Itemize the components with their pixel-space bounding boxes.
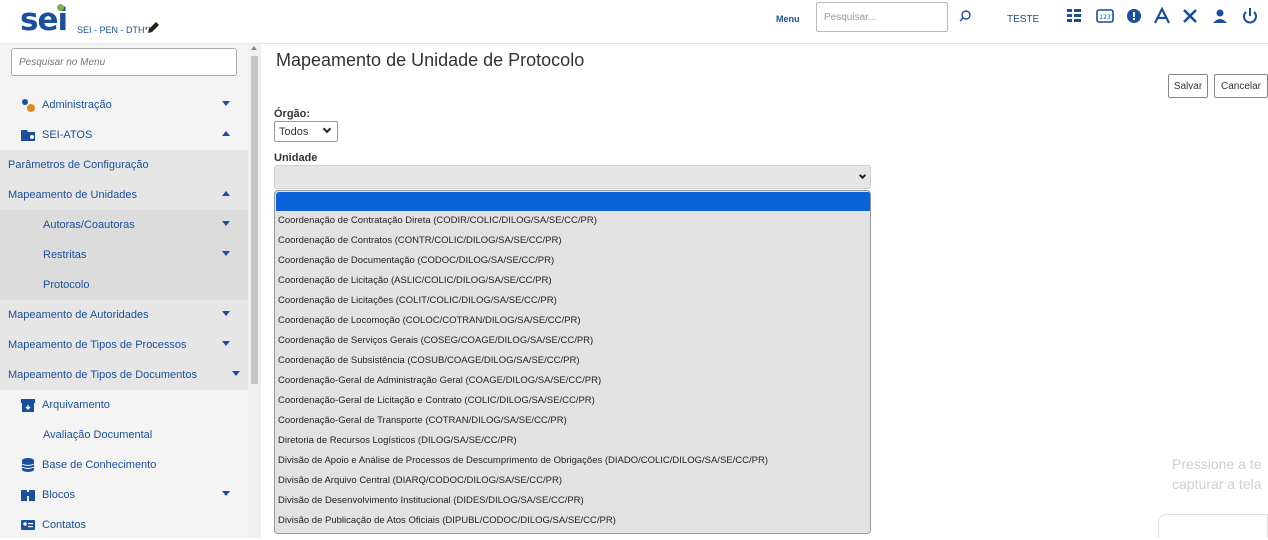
dropdown-option-selected-empty[interactable] <box>276 192 870 211</box>
sidebar-item-mapeamento-tipos-processos[interactable]: Mapeamento de Tipos de Processos <box>0 330 248 360</box>
chevron-down-icon <box>322 124 332 134</box>
orgao-label: Órgão: <box>274 108 311 120</box>
user-icon[interactable] <box>1210 6 1230 26</box>
gear-badge-icon[interactable] <box>1124 6 1144 26</box>
archive-icon <box>21 399 35 412</box>
chevron-up-icon <box>222 131 230 136</box>
dropdown-option[interactable]: Coordenação-Geral de Transporte (COTRAN/… <box>278 415 567 426</box>
sidebar-item-label: Administração <box>42 99 112 111</box>
top-bar: sei SEI - PEN - DTH** Menu TESTE 123 <box>0 0 1268 44</box>
dropdown-option[interactable]: Coordenação de Subsistência (COSUB/COAGE… <box>278 355 579 366</box>
chevron-up-icon <box>222 191 230 196</box>
svg-text:123: 123 <box>1099 14 1111 21</box>
page-title: Mapeamento de Unidade de Protocolo <box>276 50 585 70</box>
cancel-button[interactable]: Cancelar <box>1214 74 1268 98</box>
toast-panel <box>1158 514 1268 538</box>
sidebar-item-label: Arquivamento <box>42 399 110 411</box>
screenshot-toast: Pressione a te capturar a tela <box>1160 448 1268 498</box>
chevron-down-icon <box>232 371 240 376</box>
sidebar-item-label: Protocolo <box>43 279 90 291</box>
toast-line-1: Pressione a te <box>1172 456 1262 472</box>
dropdown-option[interactable]: Divisão de Publicação de Atos Oficiais (… <box>278 515 616 526</box>
sidebar-item-sei-atos[interactable]: SEI-ATOS <box>0 120 248 150</box>
sidebar-item-label: Blocos <box>42 489 76 501</box>
power-icon[interactable] <box>1240 6 1260 26</box>
chevron-down-icon <box>222 341 230 346</box>
sidebar-search-input[interactable] <box>11 48 237 76</box>
chevron-down-icon <box>222 311 230 316</box>
chevron-down-icon <box>222 101 230 106</box>
dropdown-option[interactable]: Diretoria de Recursos Logísticos (DILOG/… <box>278 435 517 446</box>
books-icon <box>21 490 35 501</box>
sidebar-item-arquivamento[interactable]: Arquivamento <box>0 390 248 420</box>
contact-card-icon <box>21 520 35 530</box>
sidebar-item-label: SEI-ATOS <box>42 129 93 141</box>
menu-button[interactable]: Menu <box>776 14 800 24</box>
dropdown-option[interactable]: Coordenação de Licitações (COLIT/COLIC/D… <box>278 295 557 306</box>
scroll-thumb[interactable] <box>251 56 258 384</box>
sidebar-item-administracao[interactable]: Administração <box>0 90 248 120</box>
sidebar-item-label: Parâmetros de Configuração <box>8 159 149 171</box>
sidebar-item-label: Avaliação Documental <box>43 429 153 441</box>
dropdown-option[interactable]: Divisão de Apoio e Análise de Processos … <box>278 455 768 466</box>
unidade-dropdown-list[interactable]: Coordenação de Contratação Direta (CODIR… <box>274 190 871 534</box>
scroll-up-icon[interactable] <box>251 46 257 50</box>
sidebar-item-label: Contatos <box>42 519 87 531</box>
chevron-down-icon <box>222 251 230 256</box>
sidebar-item-base-conhecimento[interactable]: Base de Conhecimento <box>0 450 248 480</box>
dropdown-option[interactable]: Coordenação de Licitação (ASLIC/COLIC/DI… <box>278 275 552 286</box>
sidebar-item-mapeamento-tipos-documentos[interactable]: Mapeamento de Tipos de Documentos <box>0 360 248 390</box>
user-name[interactable]: TESTE <box>1007 14 1039 25</box>
sidebar-item-mapeamento-unidades[interactable]: Mapeamento de Unidades <box>0 180 248 210</box>
sidebar: Administração SEI-ATOS Parâmetros de Con… <box>0 44 248 538</box>
org-label: SEI - PEN - DTH** <box>77 25 152 35</box>
toast-line-2: capturar a tela <box>1172 476 1262 492</box>
orgao-select-value: Todos <box>279 125 309 138</box>
dropdown-option[interactable]: Coordenação-Geral de Licitação e Contrat… <box>278 395 595 406</box>
sidebar-item-blocos[interactable]: Blocos <box>0 480 248 510</box>
sidebar-item-contatos[interactable]: Contatos <box>0 510 248 540</box>
sidebar-item-avaliacao-documental[interactable]: Avaliação Documental <box>0 420 248 450</box>
sidebar-item-mapeamento-autoridades[interactable]: Mapeamento de Autoridades <box>0 300 248 330</box>
sidebar-item-autoras[interactable]: Autoras/Coautoras <box>0 210 248 240</box>
dropdown-option[interactable]: Coordenação-Geral de Administração Geral… <box>278 375 601 386</box>
sidebar-scrollbar[interactable] <box>248 44 261 538</box>
dropdown-option[interactable]: Coordenação de Contratos (CONTR/COLIC/DI… <box>278 235 562 246</box>
control-panel-icon[interactable] <box>1064 6 1084 26</box>
sidebar-item-label: Mapeamento de Tipos de Processos <box>8 339 187 351</box>
dropdown-option[interactable]: Coordenação de Locomoção (COLOC/COTRAN/D… <box>278 315 581 326</box>
sidebar-item-parametros[interactable]: Parâmetros de Configuração <box>0 150 248 180</box>
chevron-down-icon <box>858 171 867 180</box>
chevron-down-icon <box>222 491 230 496</box>
logo-dot <box>57 4 64 11</box>
sidebar-item-label: Autoras/Coautoras <box>43 219 135 231</box>
tools-icon[interactable] <box>1180 6 1200 26</box>
database-icon <box>21 458 35 472</box>
sidebar-item-protocolo[interactable]: Protocolo <box>0 270 248 300</box>
pencil-icon[interactable] <box>146 21 160 35</box>
search-input[interactable] <box>816 2 948 32</box>
font-size-icon[interactable] <box>1152 6 1172 26</box>
unidade-select[interactable] <box>274 165 871 189</box>
numeric-icon[interactable]: 123 <box>1095 6 1115 26</box>
sidebar-item-label: Mapeamento de Unidades <box>8 189 138 201</box>
orgao-select[interactable]: Todos <box>274 121 338 142</box>
dropdown-option[interactable]: Divisão de Arquivo Central (DIARQ/CODOC/… <box>278 475 562 486</box>
save-button[interactable]: Salvar <box>1168 74 1208 98</box>
dropdown-option[interactable]: Coordenação de Serviços Gerais (COSEG/CO… <box>278 335 593 346</box>
folder-user-icon <box>21 130 35 141</box>
sidebar-item-label: Mapeamento de Autoridades <box>8 309 149 321</box>
sidebar-item-label: Restritas <box>43 249 87 261</box>
dropdown-option[interactable]: Coordenação de Documentação (CODOC/DILOG… <box>278 255 554 266</box>
sidebar-item-label: Mapeamento de Tipos de Documentos <box>8 369 197 381</box>
chevron-down-icon <box>222 221 230 226</box>
gears-icon <box>22 99 35 112</box>
sidebar-item-label: Base de Conhecimento <box>42 459 157 471</box>
search-icon[interactable] <box>958 9 972 23</box>
unidade-label: Unidade <box>274 152 318 164</box>
dropdown-option[interactable]: Divisão de Desenvolvimento Institucional… <box>278 495 584 506</box>
sidebar-item-restritas[interactable]: Restritas <box>0 240 248 270</box>
dropdown-option[interactable]: Coordenação de Contratação Direta (CODIR… <box>278 215 597 226</box>
